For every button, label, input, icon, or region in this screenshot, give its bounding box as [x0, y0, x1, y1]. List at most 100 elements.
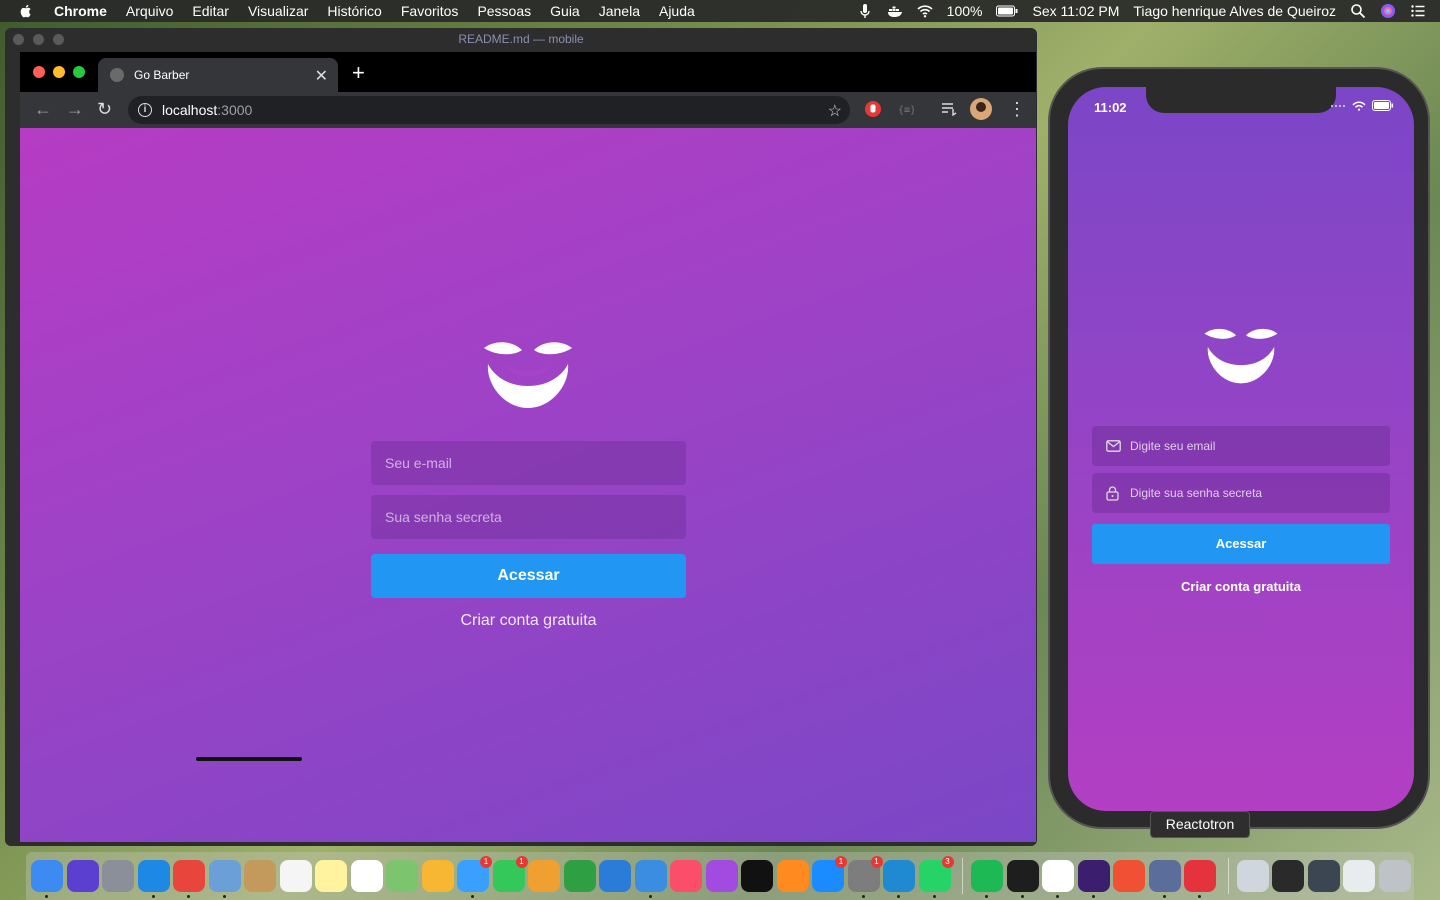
phone-login-button[interactable]: Acessar	[1092, 524, 1390, 564]
back-arrow-icon[interactable]: ←	[34, 99, 52, 120]
downloads-stack-icon[interactable]	[1343, 860, 1375, 892]
launchpad-icon[interactable]	[102, 860, 134, 892]
safari-icon[interactable]	[137, 860, 170, 898]
tableplus-icon[interactable]	[1148, 860, 1181, 898]
site-info-icon[interactable]: i	[138, 103, 152, 117]
menu-favoritos[interactable]: Favoritos	[401, 3, 459, 19]
numbers-icon[interactable]	[563, 860, 596, 892]
browser-toolbar: ← → ↻ i localhost:3000 ☆ {≡} ⋮	[20, 92, 1036, 128]
forward-arrow-icon[interactable]: →	[66, 99, 84, 120]
music-icon[interactable]	[670, 860, 702, 892]
battery-icon[interactable]	[996, 3, 1018, 19]
password-input[interactable]: Sua senha secreta	[371, 495, 686, 539]
menu-pessoas[interactable]: Pessoas	[477, 3, 531, 19]
calendar-icon[interactable]	[279, 860, 312, 892]
address-bar[interactable]: i localhost:3000 ☆	[128, 96, 850, 124]
phone-email-input[interactable]: Digite seu email	[1092, 426, 1390, 466]
system-preferences-icon[interactable]: 1	[847, 856, 883, 898]
reload-icon[interactable]: ↻	[97, 99, 112, 120]
menu-visualizar[interactable]: Visualizar	[248, 3, 308, 19]
keynote-icon[interactable]	[599, 860, 631, 892]
menubar-user[interactable]: Tiago henrique Alves de Queiroz	[1133, 3, 1336, 19]
spotlight-search-icon[interactable]	[1350, 3, 1366, 19]
menu-app-name[interactable]: Chrome	[54, 3, 107, 19]
preview-icon[interactable]	[208, 860, 241, 898]
desktop-stack-icon[interactable]	[1307, 860, 1340, 892]
running-indicator	[932, 895, 936, 898]
chrome-minimize-button[interactable]	[53, 66, 65, 78]
screenshot-stack-icon[interactable]	[1272, 860, 1304, 892]
login-button[interactable]: Acessar	[371, 554, 686, 598]
menu-bar: Chrome Arquivo Editar Visualizar Históri…	[0, 0, 1440, 22]
menu-arquivo[interactable]: Arquivo	[126, 3, 173, 19]
menu-janela[interactable]: Janela	[599, 3, 640, 19]
notification-center-icon[interactable]	[1410, 3, 1426, 19]
running-indicator	[222, 895, 226, 898]
podcasts-icon[interactable]	[705, 860, 738, 892]
microphone-icon[interactable]	[857, 3, 873, 19]
running-indicator	[985, 895, 988, 898]
facetime-icon[interactable]: 1	[492, 856, 528, 892]
trash-icon[interactable]	[1378, 860, 1411, 892]
chrome-close-button[interactable]	[33, 66, 45, 78]
running-indicator	[45, 895, 48, 898]
maps-icon[interactable]	[386, 860, 418, 892]
hyper-icon[interactable]	[1077, 860, 1110, 898]
menubar-clock[interactable]: Sex 11:02 PM	[1032, 3, 1119, 19]
phone-password-input[interactable]: Digite sua senha secreta	[1092, 473, 1390, 513]
docker-icon[interactable]	[887, 3, 903, 19]
notes-icon[interactable]	[315, 860, 347, 892]
adblock-extension-icon[interactable]	[864, 100, 882, 118]
books-icon[interactable]	[776, 860, 809, 892]
wifi-icon[interactable]	[917, 3, 933, 19]
bookmark-star-icon[interactable]: ☆	[828, 101, 842, 121]
siri-menubar-icon[interactable]	[1380, 3, 1396, 19]
running-indicator	[1198, 895, 1201, 898]
reactotron-icon[interactable]	[1184, 860, 1216, 898]
siri-icon[interactable]	[66, 860, 99, 892]
vscode-icon[interactable]	[883, 860, 915, 898]
reminders-icon[interactable]	[350, 860, 383, 892]
profile-avatar[interactable]	[970, 98, 992, 120]
menu-historico[interactable]: Histórico	[327, 3, 381, 19]
chrome-window: Go Barber ✕ + ← → ↻ i localhost:3000 ☆ {…	[20, 52, 1036, 842]
whatsapp-icon[interactable]: 3	[918, 856, 954, 898]
chrome-menu-icon[interactable]: ⋮	[1008, 99, 1026, 120]
photos-icon[interactable]	[421, 860, 454, 892]
pages-icon[interactable]	[528, 860, 560, 892]
phone-signup-link[interactable]: Criar conta gratuita	[1092, 579, 1390, 594]
new-tab-button[interactable]: +	[352, 60, 365, 86]
home-indicator[interactable]	[196, 757, 302, 761]
messages-icon[interactable]: 1	[457, 856, 492, 898]
git-client-icon[interactable]	[1113, 860, 1145, 892]
menu-ajuda[interactable]: Ajuda	[659, 3, 695, 19]
finder-icon[interactable]	[31, 860, 63, 898]
tv-icon[interactable]	[741, 860, 773, 892]
folder-stack-icon[interactable]	[1236, 860, 1269, 892]
keynote-podium-icon[interactable]	[634, 860, 667, 898]
signup-link[interactable]: Criar conta gratuita	[371, 612, 686, 630]
running-indicator	[1091, 895, 1095, 898]
contacts-icon[interactable]	[244, 860, 276, 892]
app-store-icon[interactable]: 1	[812, 856, 847, 892]
phone-battery-icon	[1372, 100, 1394, 111]
running-indicator	[861, 895, 865, 898]
menu-editar[interactable]: Editar	[192, 3, 229, 19]
chrome-zoom-button[interactable]	[73, 66, 85, 78]
running-indicator	[1056, 895, 1059, 898]
chrome-icon[interactable]	[173, 860, 205, 898]
close-icon[interactable]: ✕	[315, 66, 328, 86]
email-input[interactable]: Seu e-mail	[371, 441, 686, 485]
slack-icon[interactable]	[1042, 860, 1074, 898]
notification-badge: 1	[515, 856, 528, 868]
terminal-icon[interactable]	[1006, 860, 1039, 898]
react-devtools-icon[interactable]: {≡}	[896, 100, 914, 118]
notification-badge: 1	[480, 856, 492, 868]
menu-guia[interactable]: Guia	[550, 3, 580, 19]
tab-strip: Go Barber ✕ +	[20, 52, 1036, 92]
apple-menu-icon[interactable]	[18, 3, 34, 19]
spotify-icon[interactable]	[971, 860, 1003, 898]
dock-separator	[1227, 858, 1229, 894]
tab-go-barber[interactable]: Go Barber ✕	[98, 58, 338, 92]
reading-list-icon[interactable]	[940, 100, 958, 118]
